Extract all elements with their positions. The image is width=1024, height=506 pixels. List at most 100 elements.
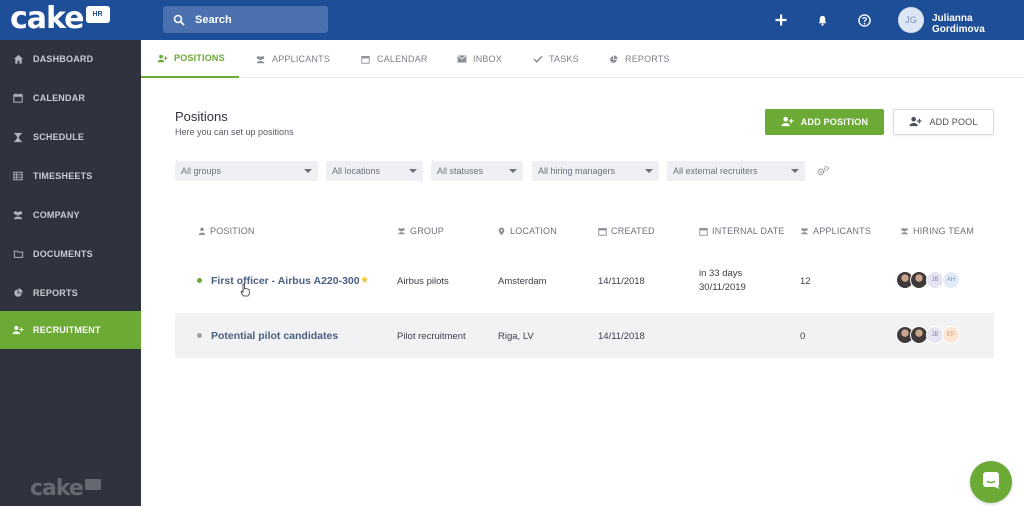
sidebar-item-label: TIMESHEETS — [33, 171, 93, 181]
filter-hiring-managers[interactable]: All hiring managers — [532, 161, 659, 181]
sidebar-item-timesheets[interactable]: TIMESHEETS — [0, 157, 141, 195]
sidebar-item-label: DASHBOARD — [33, 54, 94, 64]
team-member-avatar[interactable]: EP — [942, 326, 960, 344]
team-member-avatar[interactable]: AH — [942, 271, 960, 289]
user-plus-icon — [781, 115, 794, 130]
sidebar-item-recruitment[interactable]: RECRUITMENT — [0, 311, 141, 349]
tab-reports[interactable]: REPORTS — [592, 40, 686, 78]
top-bar: cake HR JG Julianna Gordimova — [0, 0, 1024, 40]
column-header-hiring-team[interactable]: HIRING TEAM — [900, 225, 974, 237]
group-cell: Airbus pilots — [397, 276, 449, 287]
star-icon[interactable]: ★ — [360, 275, 369, 286]
tab-calendar[interactable]: CALENDAR — [344, 40, 444, 78]
tab-tasks[interactable]: TASKS — [516, 40, 595, 78]
table-icon — [12, 170, 24, 182]
tab-label: CALENDAR — [377, 54, 428, 64]
app-logo[interactable]: cake HR — [10, 2, 110, 38]
user-avatar[interactable]: JG — [898, 7, 924, 33]
sidebar-item-label: RECRUITMENT — [33, 325, 101, 335]
calendar-icon — [360, 54, 371, 65]
user-plus-icon — [12, 324, 24, 336]
pie-chart-icon — [608, 54, 619, 65]
sidebar-item-documents[interactable]: DOCUMENTS — [0, 235, 141, 273]
filter-label: All groups — [181, 166, 222, 176]
hand-cursor-icon — [240, 283, 250, 297]
logo-text: cake — [10, 1, 85, 36]
calendar-icon — [12, 92, 24, 104]
filter-statuses[interactable]: All statuses — [431, 161, 523, 181]
sidebar-footer-logo: cake — [30, 476, 101, 501]
chat-icon — [981, 470, 1001, 495]
sidebar-item-label: COMPANY — [33, 210, 80, 220]
filter-label: All statuses — [437, 166, 484, 176]
tab-label: TASKS — [549, 54, 579, 64]
search-box[interactable] — [163, 6, 328, 33]
filter-groups[interactable]: All groups — [175, 161, 318, 181]
search-input[interactable] — [195, 13, 325, 26]
chevron-down-icon — [509, 169, 517, 173]
column-header-label: CREATED — [611, 226, 655, 236]
tab-positions[interactable]: POSITIONS — [141, 40, 239, 78]
sidebar-logo-text: cake — [30, 476, 84, 501]
user-icon — [197, 227, 206, 236]
location-cell: Riga, LV — [498, 331, 534, 342]
column-header-position[interactable]: POSITION — [197, 225, 255, 237]
column-header-label: LOCATION — [510, 226, 557, 236]
users-icon — [255, 54, 266, 65]
sidebar-item-reports[interactable]: REPORTS — [0, 274, 141, 312]
position-name-link[interactable]: First officer - Airbus A220-300 — [211, 275, 360, 287]
help-icon[interactable] — [855, 11, 873, 29]
internal-date-cell: 30/11/2019 — [699, 282, 746, 293]
status-dot — [197, 278, 202, 283]
column-header-label: GROUP — [410, 226, 445, 236]
table-row[interactable]: Potential pilot candidates Pilot recruit… — [175, 313, 994, 358]
calendar-icon — [699, 227, 708, 236]
tab-bar: POSITIONS APPLICANTS CALENDAR INBOX TASK… — [141, 40, 1024, 78]
column-header-label: APPLICANTS — [813, 226, 872, 236]
filter-label: All locations — [332, 166, 381, 176]
created-cell: 14/11/2018 — [598, 331, 645, 342]
column-header-location[interactable]: LOCATION — [497, 225, 557, 237]
sidebar-item-company[interactable]: COMPANY — [0, 196, 141, 234]
sidebar-item-label: REPORTS — [33, 288, 78, 298]
users-icon — [800, 227, 809, 236]
add-position-label: ADD POSITION — [800, 117, 869, 127]
hourglass-icon — [12, 131, 24, 143]
sidebar-logo-badge — [84, 479, 101, 490]
chat-launcher-button[interactable] — [970, 461, 1012, 503]
user-name[interactable]: Julianna Gordimova — [932, 13, 1024, 35]
sidebar-item-calendar[interactable]: CALENDAR — [0, 79, 141, 117]
search-icon — [173, 14, 185, 26]
folder-icon — [12, 248, 24, 260]
column-header-group[interactable]: GROUP — [397, 225, 444, 237]
tab-applicants[interactable]: APPLICANTS — [239, 40, 346, 78]
sidebar-item-schedule[interactable]: SCHEDULE — [0, 118, 141, 156]
sidebar-item-dashboard[interactable]: DASHBOARD — [0, 40, 141, 78]
tab-inbox[interactable]: INBOX — [440, 40, 518, 78]
column-header-internal-date[interactable]: INTERNAL DATE — [699, 225, 785, 237]
tab-label: INBOX — [473, 54, 503, 64]
users-icon — [12, 209, 24, 221]
position-name-link[interactable]: Potential pilot candidates — [211, 330, 338, 342]
users-icon — [397, 227, 406, 236]
created-cell: 14/11/2018 — [598, 276, 645, 287]
table-row[interactable]: First officer - Airbus A220-300 ★ Airbus… — [175, 258, 994, 303]
column-header-applicants[interactable]: APPLICANTS — [800, 225, 871, 237]
users-icon — [900, 227, 909, 236]
chevron-down-icon — [409, 169, 417, 173]
status-dot — [197, 333, 202, 338]
map-pin-icon — [497, 227, 506, 236]
filter-external-recruiters[interactable]: All external recruiters — [667, 161, 805, 181]
column-header-created[interactable]: CREATED — [598, 225, 655, 237]
filter-locations[interactable]: All locations — [326, 161, 423, 181]
bell-icon[interactable] — [813, 11, 831, 29]
add-pool-button[interactable]: ADD POOL — [893, 109, 994, 135]
chevron-down-icon — [304, 169, 312, 173]
add-position-button[interactable]: ADD POSITION — [765, 109, 884, 135]
gears-icon[interactable] — [815, 164, 831, 178]
page-subtitle: Here you can set up positions — [175, 127, 294, 137]
calendar-icon — [598, 227, 607, 236]
plus-icon[interactable] — [772, 11, 790, 29]
home-icon — [12, 53, 24, 65]
user-plus-icon — [909, 115, 923, 130]
